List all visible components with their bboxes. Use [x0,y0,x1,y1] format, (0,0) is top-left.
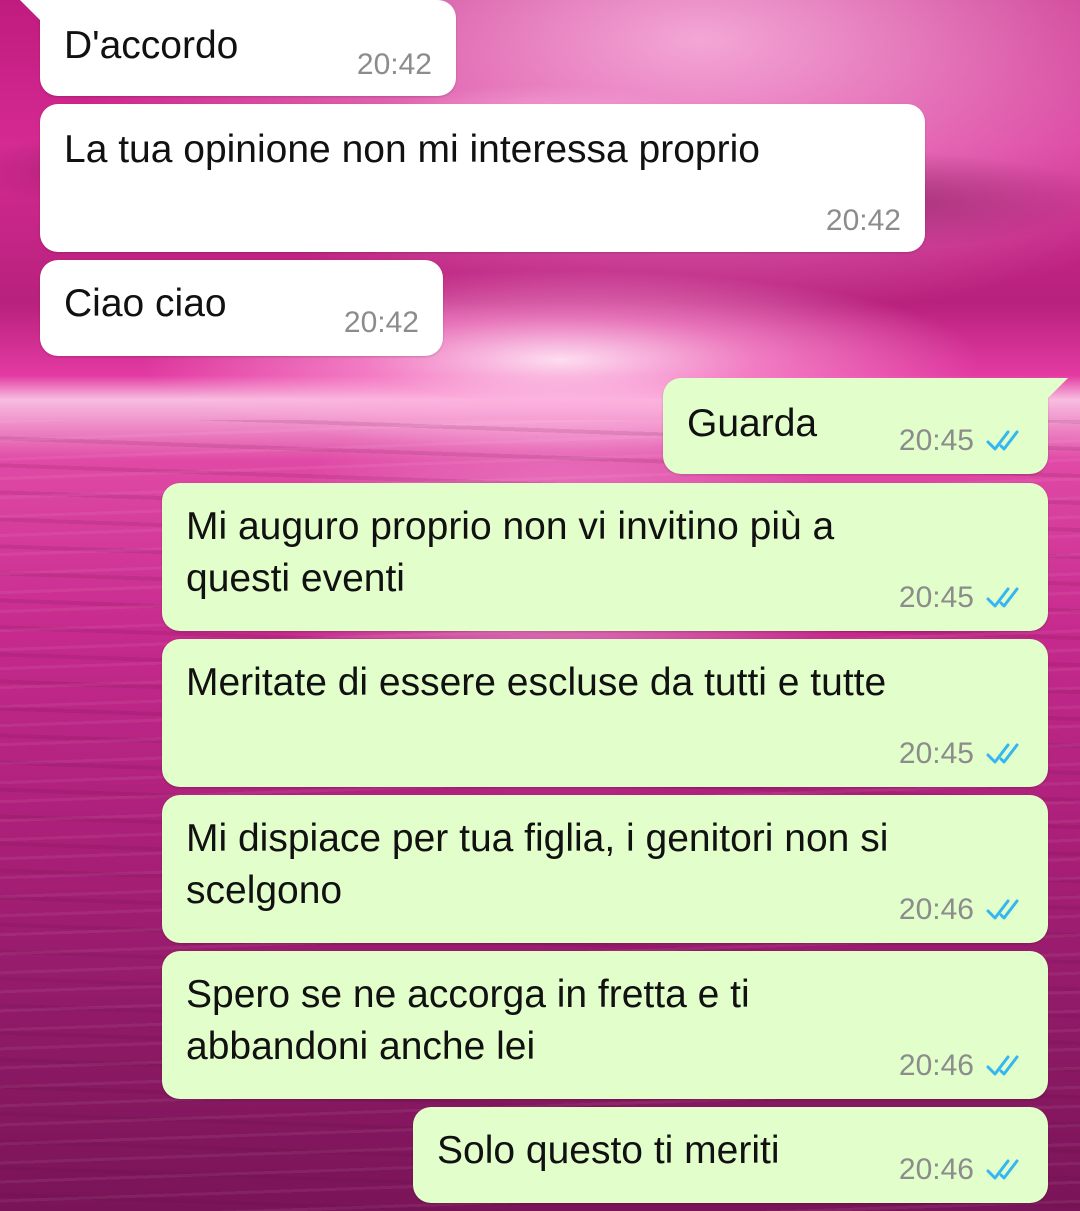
bubble-tail [1040,378,1068,406]
double-check-icon [986,1055,1019,1076]
message-meta: 20:46 [899,895,1024,925]
message-meta: 20:42 [357,50,432,80]
message-text: Mi dispiace per tua figlia, i genitori n… [186,817,889,912]
message-meta: 20:42 [826,206,901,236]
message-meta: 20:46 [899,1051,1024,1081]
double-check-icon [986,899,1019,920]
message-time: 20:46 [898,1049,974,1082]
message-time: 20:42 [356,48,432,81]
message-text: La tua opinione non mi interessa proprio [64,128,760,171]
double-check-icon [986,1159,1019,1180]
message-text: Spero se ne accorga in fretta e ti abban… [186,973,750,1068]
double-check-icon [986,430,1019,451]
incoming-message[interactable]: D'accordo 20:42 [20,0,456,96]
outgoing-message[interactable]: Mi auguro proprio non vi invitino più a … [162,483,1048,631]
message-time: 20:46 [898,893,974,926]
message-time: 20:42 [343,306,419,339]
outgoing-message[interactable]: Meritate di essere escluse da tutti e tu… [162,639,1048,787]
incoming-message[interactable]: Ciao ciao 20:42 [40,260,443,356]
incoming-message[interactable]: La tua opinione non mi interessa proprio… [40,104,925,252]
double-check-icon [986,587,1019,608]
message-meta: 20:46 [899,1155,1024,1185]
outgoing-message[interactable]: Mi dispiace per tua figlia, i genitori n… [162,795,1048,943]
message-meta: 20:45 [899,426,1024,456]
message-list[interactable]: D'accordo 20:42 La tua opinione non mi i… [0,0,1080,1211]
outgoing-message[interactable]: Guarda 20:45 [663,378,1068,474]
message-time: 20:45 [898,581,974,614]
message-meta: 20:42 [344,308,419,338]
message-text: Meritate di essere escluse da tutti e tu… [186,661,887,704]
message-time: 20:45 [898,737,974,770]
message-meta: 20:45 [899,583,1024,613]
double-check-icon [986,743,1019,764]
outgoing-message[interactable]: Spero se ne accorga in fretta e ti abban… [162,951,1048,1099]
message-time: 20:42 [825,204,901,237]
message-time: 20:45 [898,424,974,457]
outgoing-message[interactable]: Solo questo ti meriti 20:46 [413,1107,1048,1203]
message-text: Mi auguro proprio non vi invitino più a … [186,505,835,600]
message-time: 20:46 [898,1153,974,1186]
bubble-tail [20,0,48,28]
message-meta: 20:45 [899,739,1024,769]
